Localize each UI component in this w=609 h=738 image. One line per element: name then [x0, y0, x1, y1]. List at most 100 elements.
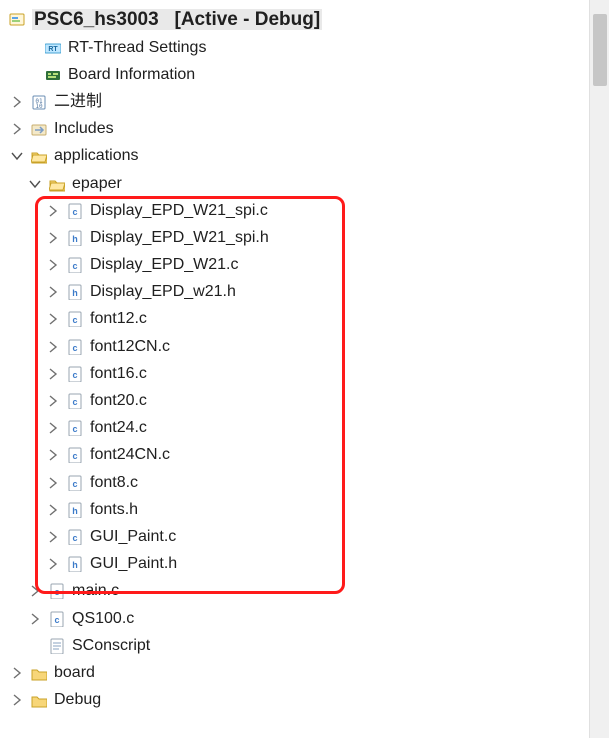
tree-item-file[interactable]: font8.c: [8, 469, 601, 496]
tree-item-includes[interactable]: Includes: [8, 116, 601, 143]
chevron-right-icon[interactable]: [44, 446, 62, 464]
main-c-label: main.c: [72, 583, 119, 599]
folder-closed-icon: [30, 691, 48, 709]
rt-thread-icon: [44, 39, 62, 57]
file-label: fonts.h: [90, 502, 138, 518]
file-label: Display_EPD_W21_spi.c: [90, 203, 268, 219]
tree-item-applications[interactable]: applications: [8, 143, 601, 170]
board-icon: [44, 66, 62, 84]
tree-item-file[interactable]: font24.c: [8, 415, 601, 442]
chevron-placeholder: [26, 66, 44, 84]
board-label: board: [54, 665, 95, 681]
tree-item-file[interactable]: Display_EPD_W21_spi.h: [8, 224, 601, 251]
file-label: GUI_Paint.h: [90, 556, 177, 572]
text-file-icon: [48, 637, 66, 655]
tree-item-file[interactable]: font12CN.c: [8, 333, 601, 360]
chevron-right-icon[interactable]: [44, 338, 62, 356]
chevron-right-icon[interactable]: [44, 501, 62, 519]
applications-label: applications: [54, 148, 139, 164]
tree-item-file[interactable]: font16.c: [8, 360, 601, 387]
chevron-right-icon[interactable]: [44, 256, 62, 274]
tree-item-file[interactable]: Display_EPD_w21.h: [8, 279, 601, 306]
chevron-right-icon[interactable]: [8, 691, 26, 709]
epaper-label: epaper: [72, 176, 122, 192]
tree-item-debug[interactable]: Debug: [8, 687, 601, 714]
chevron-placeholder: [26, 39, 44, 57]
includes-label: Includes: [54, 121, 114, 137]
file-label: font16.c: [90, 366, 147, 382]
chevron-down-icon[interactable]: [8, 147, 26, 165]
tree-item-file[interactable]: fonts.h: [8, 496, 601, 523]
h-file-icon: [66, 555, 84, 573]
file-label: font12.c: [90, 311, 147, 327]
project-explorer: PSC6_hs3003 [Active - Debug] RT-Thread S…: [0, 0, 609, 738]
file-label: Display_EPD_w21.h: [90, 284, 236, 300]
chevron-right-icon[interactable]: [44, 229, 62, 247]
file-label: font24CN.c: [90, 447, 170, 463]
tree-item-file[interactable]: Display_EPD_W21_spi.c: [8, 197, 601, 224]
includes-icon: [30, 120, 48, 138]
folder-open-icon: [48, 175, 66, 193]
chevron-right-icon[interactable]: [44, 202, 62, 220]
h-file-icon: [66, 501, 84, 519]
tree-item-project-root[interactable]: PSC6_hs3003 [Active - Debug]: [8, 4, 601, 34]
tree-item-file[interactable]: GUI_Paint.c: [8, 523, 601, 550]
chevron-right-icon[interactable]: [44, 419, 62, 437]
chevron-right-icon[interactable]: [8, 120, 26, 138]
chevron-right-icon[interactable]: [8, 93, 26, 111]
rt-settings-label: RT-Thread Settings: [68, 40, 206, 56]
sconscript-label: SConscript: [72, 638, 150, 654]
chevron-right-icon[interactable]: [44, 528, 62, 546]
tree-item-file[interactable]: Display_EPD_W21.c: [8, 252, 601, 279]
chevron-right-icon[interactable]: [44, 474, 62, 492]
epaper-file-list: Display_EPD_W21_spi.c Display_EPD_W21_spi…: [8, 197, 601, 578]
chevron-right-icon[interactable]: [44, 310, 62, 328]
c-file-icon: [66, 310, 84, 328]
tree-item-qs100-c[interactable]: QS100.c: [8, 605, 601, 632]
chevron-right-icon[interactable]: [44, 555, 62, 573]
c-file-icon: [66, 202, 84, 220]
chevron-right-icon[interactable]: [44, 283, 62, 301]
c-file-icon: [66, 528, 84, 546]
tree-item-main-c[interactable]: main.c: [8, 578, 601, 605]
c-file-icon: [66, 338, 84, 356]
folder-closed-icon: [30, 664, 48, 682]
file-label: font8.c: [90, 475, 138, 491]
chevron-placeholder: [26, 637, 44, 655]
scroll-thumb[interactable]: [593, 14, 607, 86]
chevron-right-icon[interactable]: [44, 365, 62, 383]
chevron-right-icon[interactable]: [26, 610, 44, 628]
tree-item-file[interactable]: font24CN.c: [8, 442, 601, 469]
project-label: PSC6_hs3003 [Active - Debug]: [32, 9, 322, 30]
file-label: Display_EPD_W21.c: [90, 257, 239, 273]
c-file-icon: [48, 610, 66, 628]
tree-item-file[interactable]: GUI_Paint.h: [8, 551, 601, 578]
file-label: Display_EPD_W21_spi.h: [90, 230, 269, 246]
board-info-label: Board Information: [68, 67, 195, 83]
chevron-down-icon[interactable]: [26, 175, 44, 193]
file-label: font12CN.c: [90, 339, 170, 355]
chevron-right-icon[interactable]: [26, 582, 44, 600]
c-file-icon: [66, 256, 84, 274]
file-label: font20.c: [90, 393, 147, 409]
chevron-right-icon[interactable]: [8, 664, 26, 682]
c-file-icon: [48, 582, 66, 600]
tree-item-board-info[interactable]: Board Information: [8, 61, 601, 88]
c-file-icon: [66, 446, 84, 464]
tree-item-sconscript[interactable]: SConscript: [8, 632, 601, 659]
file-label: font24.c: [90, 420, 147, 436]
vertical-scrollbar[interactable]: [589, 0, 609, 738]
tree-item-file[interactable]: font12.c: [8, 306, 601, 333]
tree-item-rt-settings[interactable]: RT-Thread Settings: [8, 34, 601, 61]
tree-item-binary[interactable]: 二进制: [8, 88, 601, 115]
tree-item-epaper[interactable]: epaper: [8, 170, 601, 197]
qs100-c-label: QS100.c: [72, 611, 134, 627]
folder-open-icon: [30, 147, 48, 165]
c-file-icon: [66, 365, 84, 383]
tree-item-file[interactable]: font20.c: [8, 387, 601, 414]
file-label: GUI_Paint.c: [90, 529, 176, 545]
binary-icon: [30, 93, 48, 111]
chevron-right-icon[interactable]: [44, 392, 62, 410]
tree-item-board[interactable]: board: [8, 659, 601, 686]
debug-label: Debug: [54, 692, 101, 708]
